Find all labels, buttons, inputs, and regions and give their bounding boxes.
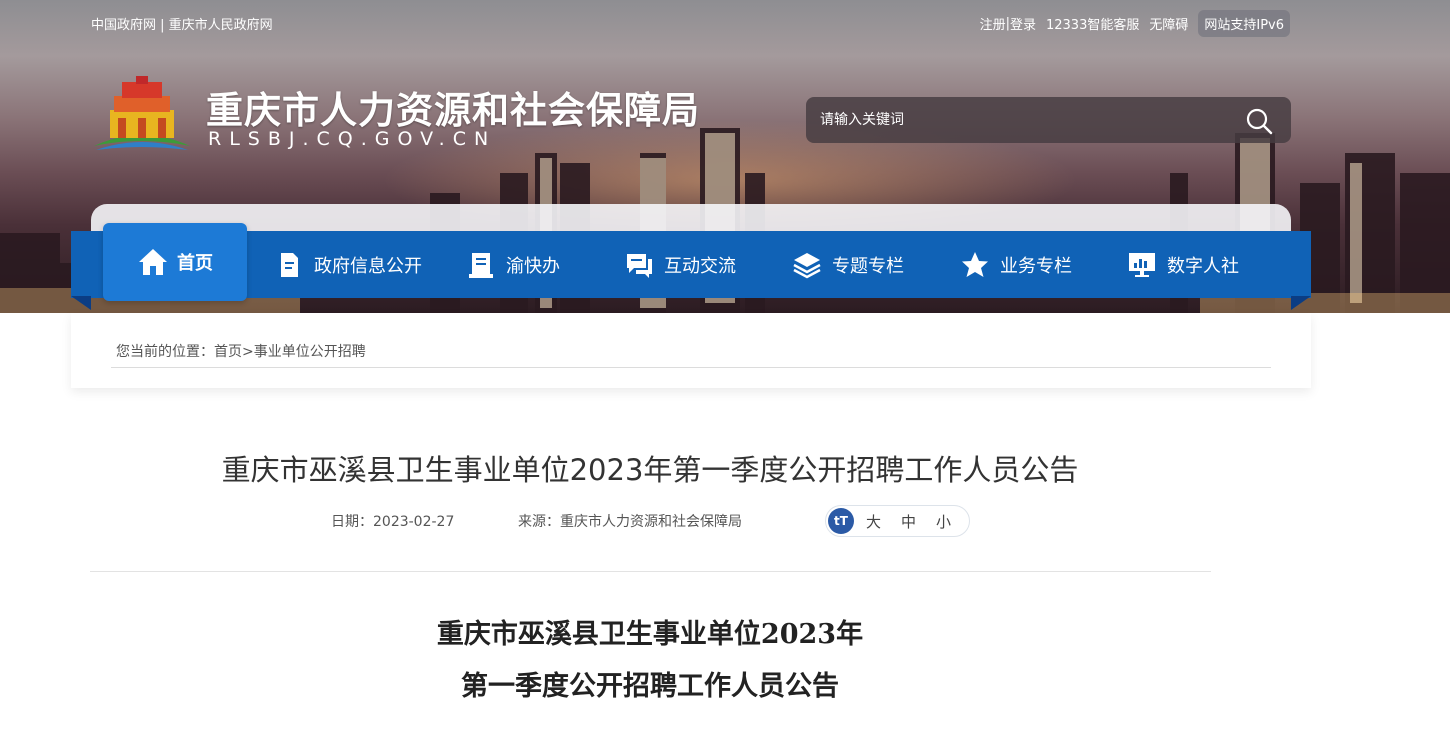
nav-item-topics[interactable]: 专题专栏 <box>792 231 904 298</box>
document-icon <box>281 252 298 277</box>
nav-ribbon-fold-left <box>71 296 91 310</box>
search-input[interactable] <box>820 105 1220 135</box>
article-divider <box>90 571 1211 572</box>
font-size-small[interactable]: 小 <box>936 511 951 532</box>
breadcrumb-panel: 您当前的位置：首页>事业单位公开招聘 <box>71 313 1311 388</box>
nav-label: 政府信息公开 <box>314 255 422 277</box>
breadcrumb-current[interactable]: 事业单位公开招聘 <box>254 344 366 360</box>
article-title: 重庆市巫溪县卫生事业单位2023年第一季度公开招聘工作人员公告 <box>221 453 1079 487</box>
topbar-separator: | <box>156 18 169 33</box>
gov-link-chongqing[interactable]: 重庆市人民政府网 <box>169 18 273 33</box>
nav-item-interaction[interactable]: 互动交流 <box>624 231 736 298</box>
nav-item-gov-info[interactable]: 政府信息公开 <box>274 231 422 298</box>
breadcrumb-divider <box>111 367 1271 368</box>
nav-item-yukuaiban[interactable]: 渝快办 <box>466 231 560 298</box>
source-label: 来源： <box>518 514 560 530</box>
chat-icon <box>627 253 652 278</box>
ipv6-badge: 网站支持IPv6 <box>1198 10 1290 37</box>
layers-icon <box>793 252 821 278</box>
bureau-logo <box>94 76 190 150</box>
service-link[interactable]: 12333智能客服 <box>1046 14 1139 33</box>
body-heading-line1: 重庆市巫溪县卫生事业单位2023年 <box>436 619 864 650</box>
nav-label: 互动交流 <box>664 255 736 277</box>
font-size-medium[interactable]: 中 <box>901 511 916 532</box>
date-label: 日期： <box>331 514 373 530</box>
font-size-switcher: tT 大 中 小 <box>825 505 970 537</box>
date-value: 2023-02-27 <box>373 514 455 530</box>
nav-item-digital[interactable]: 数字人社 <box>1127 231 1239 298</box>
book-icon <box>469 252 493 278</box>
breadcrumb-prefix: 您当前的位置： <box>116 344 214 360</box>
nav-label: 首页 <box>177 253 213 274</box>
nav-label: 渝快办 <box>506 255 560 277</box>
font-size-icon: tT <box>828 508 854 534</box>
user-links: 注册 | 登录 12333智能客服 无障碍 网站支持IPv6 <box>980 10 1290 37</box>
nav-label: 专题专栏 <box>832 255 904 277</box>
site-title: 重庆市人力资源和社会保障局 <box>206 89 700 132</box>
article-date: 日期：2023-02-27 <box>331 511 454 531</box>
home-icon <box>139 249 167 275</box>
body-heading-line2: 第一季度公开招聘工作人员公告 <box>461 671 839 702</box>
main-nav: 政府信息公开 渝快办 互动交流 专题专栏 业务专栏 数字人社 <box>71 231 1311 298</box>
breadcrumb: 您当前的位置：首页>事业单位公开招聘 <box>116 341 366 361</box>
nav-item-home[interactable]: 首页 <box>103 223 247 301</box>
search-box <box>806 97 1291 143</box>
nav-label: 数字人社 <box>1167 255 1239 277</box>
star-icon <box>962 251 988 277</box>
register-link[interactable]: 注册 <box>980 14 1006 33</box>
login-link[interactable]: 登录 <box>1010 14 1036 33</box>
nav-ribbon-fold-right <box>1291 296 1311 310</box>
article-source: 来源：重庆市人力资源和社会保障局 <box>518 511 742 531</box>
accessibility-link[interactable]: 无障碍 <box>1149 14 1188 33</box>
gov-link-central[interactable]: 中国政府网 <box>91 18 156 33</box>
source-value: 重庆市人力资源和社会保障局 <box>560 514 742 530</box>
breadcrumb-home[interactable]: 首页 <box>214 344 242 360</box>
gov-links: 中国政府网 | 重庆市人民政府网 <box>91 14 273 33</box>
font-size-large[interactable]: 大 <box>866 511 881 532</box>
site-domain: RLSBJ.CQ.GOV.CN <box>208 128 497 150</box>
nav-item-business[interactable]: 业务专栏 <box>960 231 1072 298</box>
monitor-icon <box>1129 252 1155 277</box>
search-icon[interactable] <box>1245 107 1273 135</box>
nav-label: 业务专栏 <box>1000 255 1072 277</box>
breadcrumb-separator: > <box>242 344 254 360</box>
